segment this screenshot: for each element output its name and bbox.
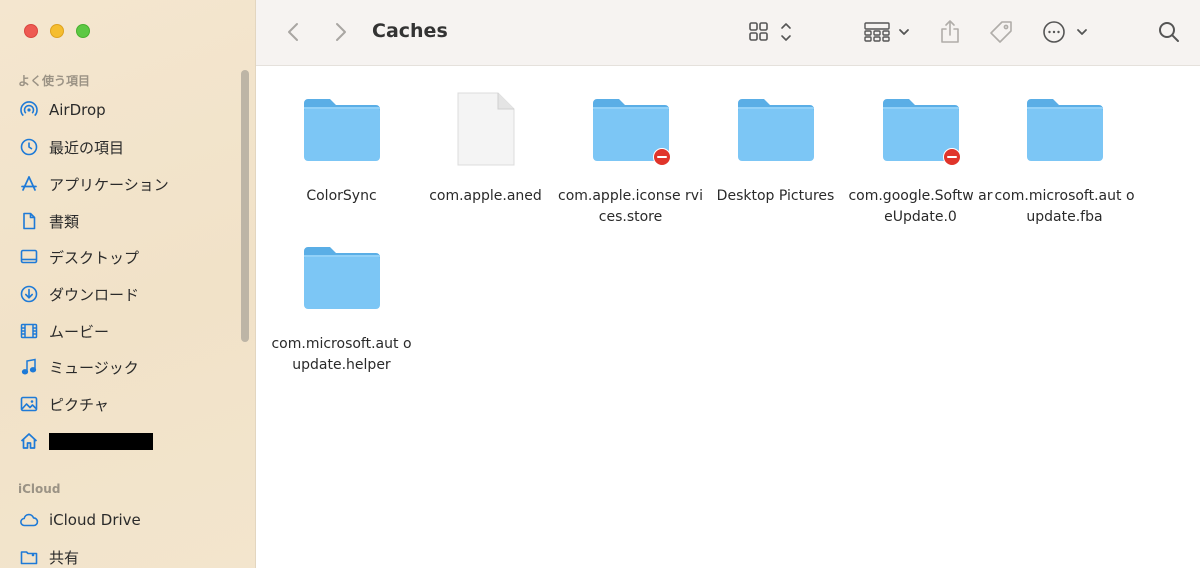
home-icon: [18, 430, 40, 452]
file-item-com-microsoft-autoupdate-fba[interactable]: com.microsoft.aut oupdate.fba: [992, 90, 1137, 228]
sidebar-scrollbar[interactable]: [241, 70, 249, 342]
icon-view-grid-icon: [749, 22, 791, 41]
sidebar-item-label: 書類: [49, 212, 80, 231]
no-access-badge-icon: [653, 148, 671, 166]
view-mode-button[interactable]: [748, 20, 796, 44]
download-icon: [18, 283, 40, 305]
icloud-section-label: iCloud: [18, 482, 61, 496]
sidebar-item-label: アプリケーション: [49, 175, 169, 194]
sidebar-item-icloud-drive[interactable]: iCloud Drive: [18, 507, 141, 533]
ellipsis-circle-icon: [1043, 21, 1087, 43]
photo-icon: [18, 393, 40, 415]
file-item-com-apple-aned[interactable]: com.apple.aned: [413, 90, 558, 207]
music-icon: [18, 356, 40, 378]
cloud-icon: [18, 509, 40, 531]
file-item-colorsync[interactable]: ColorSync: [269, 90, 414, 207]
sidebar-item-downloads[interactable]: ダウンロード: [18, 281, 139, 307]
sidebar-item-label: 最近の項目: [49, 138, 125, 157]
window-controls: [24, 24, 90, 38]
applications-icon: [18, 173, 40, 195]
share-icon: [941, 20, 959, 43]
sidebar-item-home[interactable]: [18, 428, 153, 454]
sidebar-item-movies[interactable]: ムービー: [18, 318, 109, 344]
sidebar-item-pictures[interactable]: ピクチャ: [18, 391, 109, 417]
clock-icon: [18, 136, 40, 158]
tag-icon: [990, 21, 1012, 43]
shared-folder-icon: [18, 546, 40, 568]
sidebar-item-label: デスクトップ: [49, 248, 140, 267]
sidebar-item-applications[interactable]: アプリケーション: [18, 171, 169, 197]
sidebar-item-music[interactable]: ミュージック: [18, 354, 139, 380]
favorites-section-label: よく使う項目: [18, 74, 91, 88]
more-actions-button[interactable]: [1042, 20, 1092, 44]
sidebar-item-label: ムービー: [49, 322, 110, 341]
film-icon: [18, 320, 40, 342]
sidebar-item-airdrop[interactable]: AirDrop: [18, 97, 106, 123]
sidebar: よく使う項目 AirDrop 最近の項目 アプリケーション 書類 デスクトップ …: [0, 0, 256, 568]
desktop-icon: [18, 246, 40, 268]
folder-icon: [737, 99, 814, 161]
sidebar-item-recents[interactable]: 最近の項目: [18, 134, 124, 160]
file-name: com.microsoft.aut oupdate.fba: [994, 188, 1135, 225]
document-file-icon: [457, 92, 514, 166]
toolbar: Caches: [256, 0, 1200, 66]
sidebar-item-shared[interactable]: 共有: [18, 544, 79, 568]
sidebar-item-label: ミュージック: [49, 358, 139, 377]
sidebar-item-label: ピクチャ: [49, 395, 109, 414]
close-window-button[interactable]: [24, 24, 38, 38]
file-name: com.apple.aned: [429, 188, 542, 204]
share-button[interactable]: [938, 18, 962, 46]
redacted-username: [49, 432, 153, 450]
sidebar-item-label: ダウンロード: [49, 285, 140, 304]
folder-icon: [1026, 99, 1103, 161]
search-button[interactable]: [1157, 20, 1181, 44]
file-item-desktop-pictures[interactable]: Desktop Pictures: [703, 90, 848, 207]
file-name: com.microsoft.aut oupdate.helper: [271, 336, 412, 373]
file-name: com.google.Softw areUpdate.0: [848, 188, 993, 225]
chevron-right-icon: [336, 23, 346, 41]
file-name: Desktop Pictures: [716, 188, 835, 204]
zoom-window-button[interactable]: [76, 24, 90, 38]
file-browser-content: ColorSync com.apple.aned com.apple.icons…: [256, 66, 1200, 568]
group-grid-icon: [864, 22, 909, 42]
sidebar-item-label: iCloud Drive: [49, 511, 141, 529]
chevron-left-icon: [288, 23, 298, 41]
file-item-com-microsoft-autoupdate-helper[interactable]: com.microsoft.aut oupdate.helper: [269, 238, 414, 376]
file-item-com-apple-iconservices-store[interactable]: com.apple.iconse rvices.store: [558, 90, 703, 228]
sidebar-item-desktop[interactable]: デスクトップ: [18, 244, 139, 270]
window-title: Caches: [372, 20, 448, 42]
search-icon: [1159, 22, 1179, 42]
sidebar-item-label: AirDrop: [49, 101, 106, 119]
forward-button[interactable]: [330, 20, 352, 44]
tags-button[interactable]: [987, 19, 1015, 45]
group-button[interactable]: [863, 20, 913, 44]
file-name: ColorSync: [306, 188, 377, 204]
folder-icon: [303, 99, 380, 161]
back-button[interactable]: [282, 20, 304, 44]
folder-icon: [303, 247, 380, 309]
minimize-window-button[interactable]: [50, 24, 64, 38]
document-icon: [18, 210, 40, 232]
sidebar-item-label: 共有: [49, 548, 80, 567]
no-access-badge-icon: [943, 148, 961, 166]
file-name: com.apple.iconse rvices.store: [558, 188, 703, 225]
sidebar-item-documents[interactable]: 書類: [18, 208, 79, 234]
airdrop-icon: [18, 99, 40, 121]
file-item-com-google-softwareupdate[interactable]: com.google.Softw areUpdate.0: [848, 90, 993, 228]
